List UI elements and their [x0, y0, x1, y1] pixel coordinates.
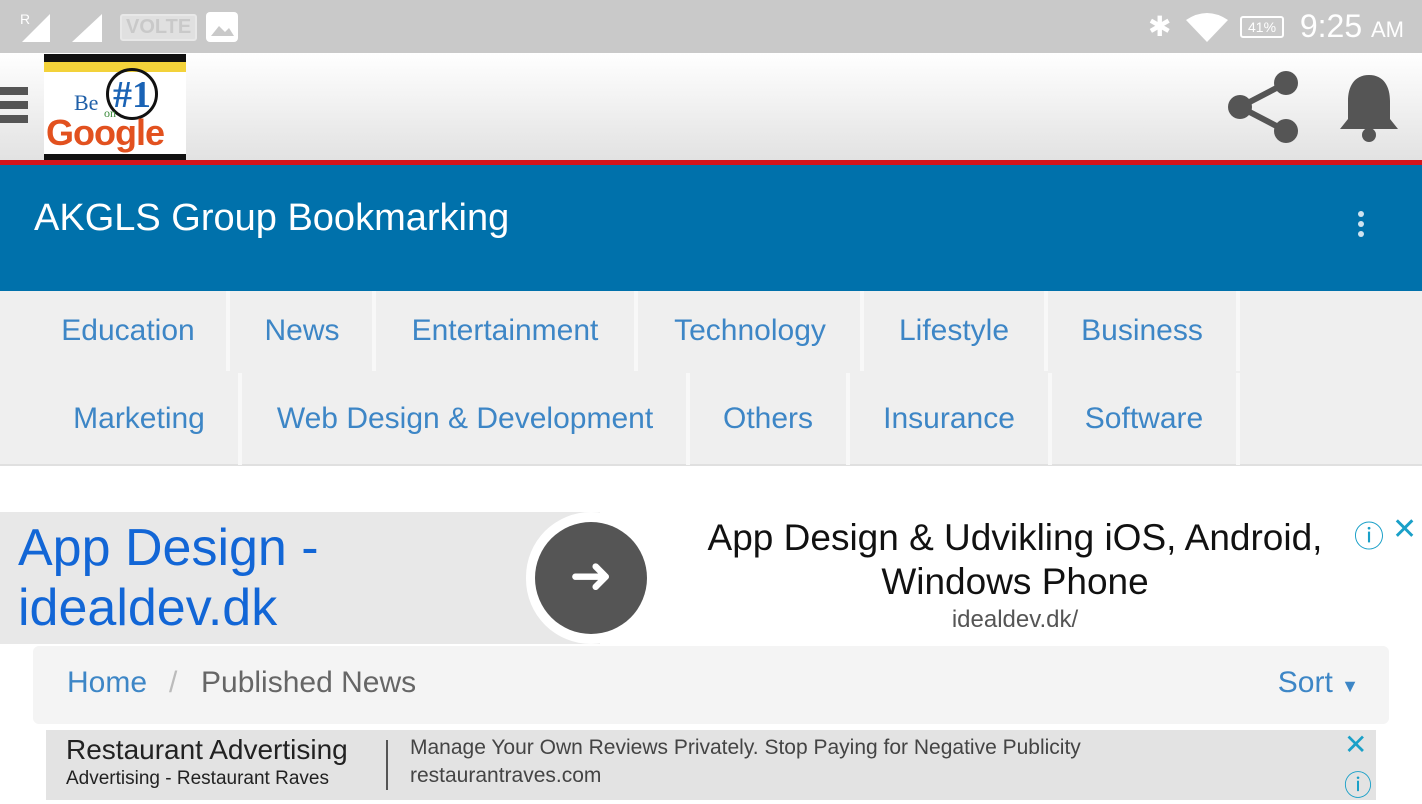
breadcrumb: Home / Published News Sort ▼	[33, 646, 1389, 724]
image-icon	[206, 12, 238, 42]
status-bar: R VOLTE ✱ 41% 9:25 AM	[0, 0, 1422, 53]
category-technology[interactable]: Technology	[640, 291, 864, 371]
breadcrumb-separator: /	[169, 666, 178, 699]
clock: 9:25 AM	[1300, 8, 1404, 45]
category-software[interactable]: Software	[1052, 373, 1240, 465]
time: 9:25	[1299, 8, 1363, 44]
sort-dropdown[interactable]: Sort ▼	[1278, 666, 1359, 700]
ad-subtitle: Advertising - Restaurant Raves	[66, 768, 329, 789]
category-business[interactable]: Business	[1048, 291, 1240, 371]
battery-icon: 41%	[1240, 16, 1285, 38]
ad-url[interactable]: restaurantraves.com	[410, 764, 601, 788]
ad-title[interactable]: Restaurant Advertising	[66, 734, 348, 766]
share-icon[interactable]	[1226, 69, 1302, 145]
category-lifestyle[interactable]: Lifestyle	[864, 291, 1048, 371]
ad-info-icon[interactable]: ⓘ	[1354, 512, 1384, 556]
category-web-design[interactable]: Web Design & Development	[244, 373, 690, 465]
arrow-right-icon: ➜	[535, 522, 647, 634]
logo[interactable]: Be #1 on Google	[44, 54, 186, 160]
ampm: AM	[1371, 17, 1404, 42]
sort-label: Sort	[1277, 666, 1333, 699]
ad-close-icon[interactable]: ✕	[1392, 512, 1417, 547]
category-entertainment[interactable]: Entertainment	[376, 291, 638, 371]
ad-banner-bottom[interactable]: Restaurant Advertising Advertising - Res…	[46, 728, 1376, 801]
ad-divider	[386, 740, 388, 790]
caret-down-icon: ▼	[1341, 676, 1359, 696]
app-header	[0, 53, 1422, 160]
ad-left-panel[interactable]: App Design - idealdev.dk	[0, 512, 600, 644]
ad-description: Manage Your Own Reviews Privately. Stop …	[410, 736, 1081, 759]
ad-banner-top[interactable]: App Design - idealdev.dk ➜ App Design & …	[0, 512, 1422, 644]
more-options-icon[interactable]	[1358, 211, 1366, 241]
breadcrumb-current: Published News	[201, 666, 417, 699]
volte-indicator: VOLTE	[120, 14, 198, 41]
ad-headline[interactable]: App Design & Udvikling iOS, Android, Win…	[650, 516, 1380, 604]
bluetooth-icon: ✱	[1148, 11, 1172, 42]
category-nav: Education News Entertainment Technology …	[0, 291, 1422, 466]
category-insurance[interactable]: Insurance	[850, 373, 1052, 465]
ad-arrow-button[interactable]: ➜	[526, 512, 656, 644]
ad-close-icon[interactable]: ✕	[1344, 728, 1367, 761]
category-others[interactable]: Others	[690, 373, 850, 465]
notification-bell-icon[interactable]	[1338, 71, 1400, 143]
ad-info-icon[interactable]: ⓘ	[1344, 764, 1372, 804]
page-title: AKGLS Group Bookmarking	[34, 197, 510, 239]
category-marketing[interactable]: Marketing	[40, 373, 242, 465]
svg-text:R: R	[20, 12, 30, 27]
ad-url[interactable]: idealdev.dk/	[650, 606, 1380, 634]
wifi-icon	[1186, 13, 1228, 42]
title-bar: AKGLS Group Bookmarking	[0, 165, 1422, 291]
hamburger-menu-icon[interactable]	[0, 87, 28, 123]
ad-left-title[interactable]: App Design - idealdev.dk	[18, 518, 378, 638]
breadcrumb-home[interactable]: Home	[67, 666, 147, 700]
signal-icon: R	[20, 12, 102, 42]
category-news[interactable]: News	[232, 291, 376, 371]
category-education[interactable]: Education	[30, 291, 230, 371]
